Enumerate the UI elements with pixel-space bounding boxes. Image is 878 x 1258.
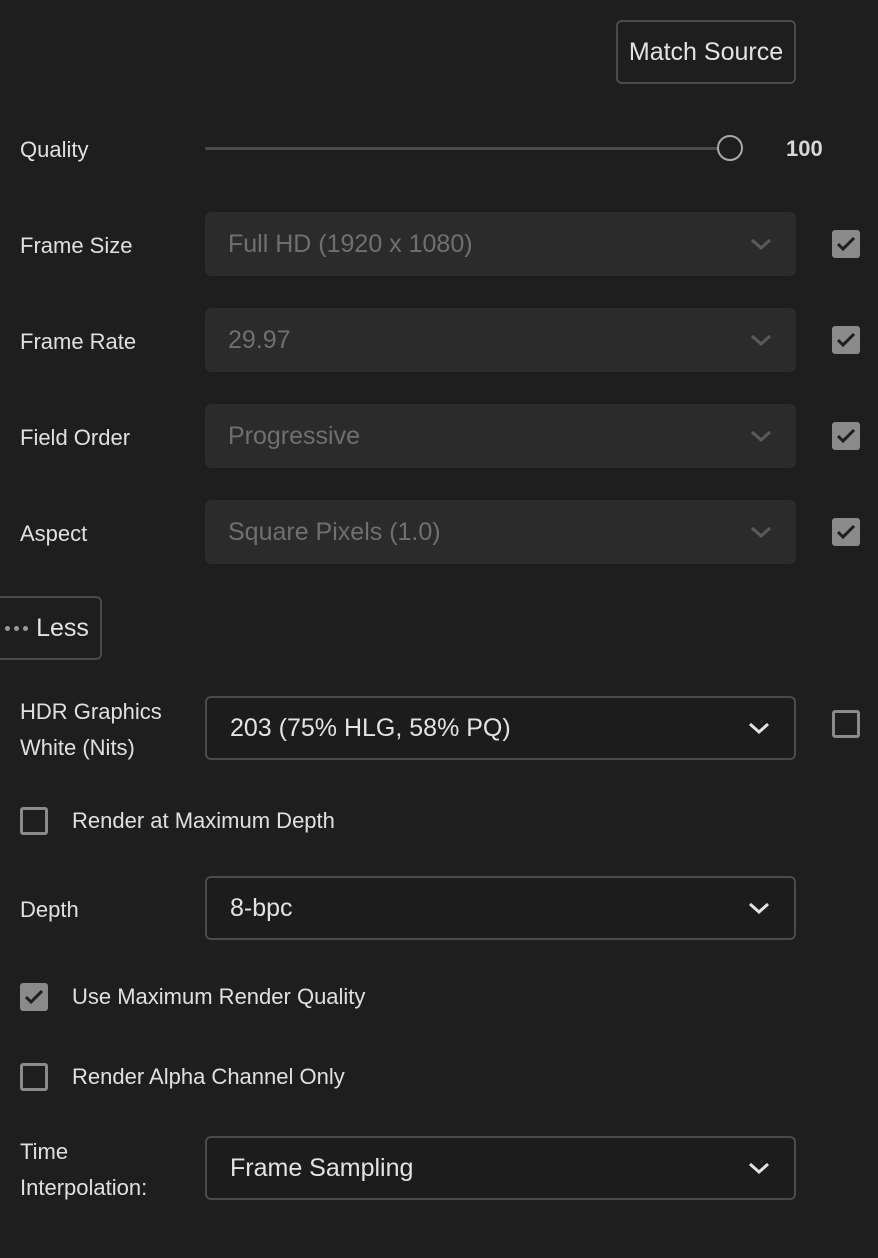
frame-rate-value: 29.97 [228,325,291,354]
time-interp-select[interactable]: Frame Sampling [205,1136,796,1200]
chevron-down-icon [748,721,770,735]
checkmark-icon [836,332,856,348]
frame-size-select[interactable]: Full HD (1920 x 1080) [205,212,796,276]
chevron-down-icon [750,525,772,539]
ellipsis-icon [5,625,29,631]
chevron-down-icon [750,237,772,251]
quality-slider[interactable] [205,135,745,163]
field-order-label: Field Order [20,425,131,450]
time-interp-label: Time Interpolation: [20,1134,147,1206]
render-max-depth-label: Render at Maximum Depth [72,808,335,833]
quality-label: Quality [20,137,89,162]
checkmark-icon [836,428,856,444]
alpha-only-label: Render Alpha Channel Only [72,1064,345,1089]
chevron-down-icon [750,429,772,443]
depth-value: 8-bpc [230,893,293,922]
chevron-down-icon [748,1161,770,1175]
checkmark-icon [836,236,856,252]
frame-rate-select[interactable]: 29.97 [205,308,796,372]
depth-select[interactable]: 8-bpc [205,876,796,940]
frame-size-checkbox[interactable] [832,230,860,258]
aspect-select[interactable]: Square Pixels (1.0) [205,500,796,564]
quality-slider-thumb[interactable] [717,135,743,161]
hdr-value: 203 (75% HLG, 58% PQ) [230,713,511,742]
checkmark-icon [836,524,856,540]
frame-rate-label: Frame Rate [20,329,137,354]
match-source-label: Match Source [628,37,784,66]
max-render-quality-label: Use Maximum Render Quality [72,984,366,1009]
less-label: Less [36,613,89,642]
frame-size-label: Frame Size [20,233,133,258]
checkmark-icon [24,989,44,1005]
hdr-select[interactable]: 203 (75% HLG, 58% PQ) [205,696,796,760]
match-source-button[interactable]: Match Source [616,20,796,84]
render-max-depth-checkbox[interactable] [20,807,48,835]
time-interp-label-line2: Interpolation: [20,1175,148,1200]
quality-slider-track [205,147,731,150]
hdr-label-line2: White (Nits) [20,735,135,760]
quality-value: 100 [786,136,823,161]
field-order-checkbox[interactable] [832,422,860,450]
frame-rate-checkbox[interactable] [832,326,860,354]
aspect-label: Aspect [20,521,88,546]
hdr-checkbox[interactable] [832,710,860,738]
field-order-value: Progressive [228,421,360,450]
max-render-quality-checkbox[interactable] [20,983,48,1011]
chevron-down-icon [750,333,772,347]
field-order-select[interactable]: Progressive [205,404,796,468]
less-button[interactable]: Less [0,596,102,660]
aspect-value: Square Pixels (1.0) [228,517,441,546]
hdr-label-line1: HDR Graphics [20,699,162,724]
time-interp-value: Frame Sampling [230,1153,414,1182]
aspect-checkbox[interactable] [832,518,860,546]
chevron-down-icon [748,901,770,915]
hdr-label: HDR Graphics White (Nits) [20,694,162,766]
depth-label: Depth [20,897,79,922]
frame-size-value: Full HD (1920 x 1080) [228,229,473,258]
time-interp-label-line1: Time [20,1139,69,1164]
alpha-only-checkbox[interactable] [20,1063,48,1091]
